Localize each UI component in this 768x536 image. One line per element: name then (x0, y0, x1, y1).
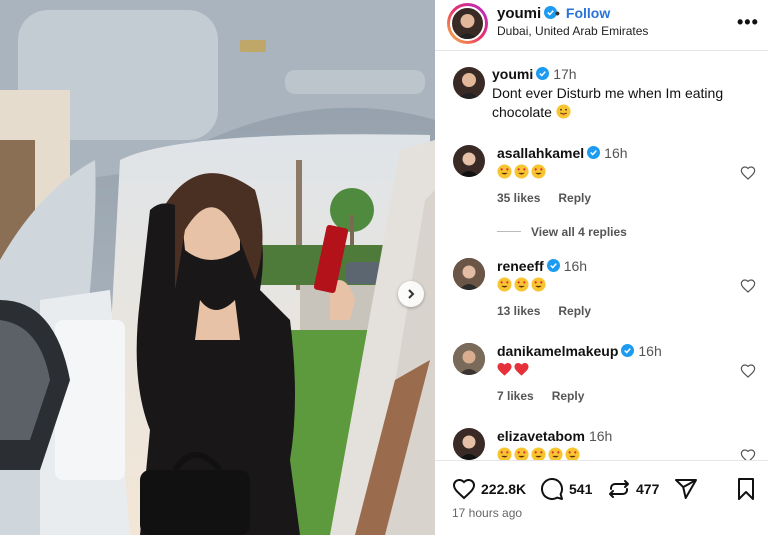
like-comment-heart-icon[interactable] (740, 278, 756, 294)
verified-badge-icon (621, 344, 635, 357)
heart-eyes-emoji-icon (531, 447, 546, 460)
follow-button[interactable]: • Follow (555, 5, 610, 21)
bookmark-icon (738, 478, 754, 500)
reply-button[interactable]: Reply (558, 304, 591, 318)
heart-eyes-emoji-icon (514, 164, 529, 179)
comment-text (497, 277, 548, 295)
caption-time: 17h (553, 66, 577, 82)
heart-eyes-emoji-icon (497, 447, 512, 460)
reply-button[interactable]: Reply (558, 191, 591, 205)
like-comment-heart-icon[interactable] (740, 165, 756, 181)
repost-button[interactable]: 477 (607, 477, 659, 501)
reply-button[interactable]: Reply (552, 389, 585, 403)
comment-time: 16h (604, 145, 628, 161)
post-location[interactable]: Dubai, United Arab Emirates (497, 24, 648, 38)
comment-text (497, 362, 531, 380)
comment-time: 16h (638, 343, 662, 359)
like-button[interactable]: 222.8K (452, 477, 526, 501)
avatar (450, 6, 485, 41)
view-replies-button[interactable]: View all 4 replies (497, 225, 627, 239)
like-comment-heart-icon[interactable] (740, 448, 756, 460)
post-photo (0, 0, 435, 535)
heart-eyes-emoji-icon (514, 277, 529, 292)
comment-time: 16h (588, 428, 613, 444)
comment-avatar[interactable] (453, 428, 485, 460)
repost-count[interactable]: 477 (636, 481, 659, 497)
comment-username[interactable]: asallahkamel (497, 145, 584, 161)
red-heart-emoji-icon (497, 362, 512, 376)
comment-meta: 7 likes Reply (497, 389, 602, 403)
caption-text: Dont ever Disturb me when Im eating choc… (492, 85, 724, 120)
comment-likes[interactable]: 35 likes (497, 191, 540, 205)
tongue-emoji-icon (556, 104, 571, 119)
heart-eyes-emoji-icon (531, 277, 546, 292)
heart-eyes-emoji-icon (565, 447, 580, 460)
comment-avatar[interactable] (453, 258, 485, 290)
save-button[interactable] (735, 477, 757, 501)
comment-username[interactable]: reneeff (497, 258, 544, 274)
paper-plane-icon (675, 479, 697, 499)
verified-badge-icon (587, 146, 601, 159)
comments-list[interactable]: youmi 17h Dont ever Disturb me when Im ea… (435, 51, 768, 460)
chevron-right-icon (408, 289, 415, 299)
comment-avatar[interactable] (453, 145, 485, 177)
more-options-button[interactable]: ••• (737, 12, 759, 33)
verified-badge-icon (546, 259, 560, 272)
comment-likes[interactable]: 7 likes (497, 389, 534, 403)
post-timestamp[interactable]: 17 hours ago (452, 506, 522, 520)
heart-icon (452, 478, 476, 500)
comment-likes[interactable]: 13 likes (497, 304, 540, 318)
share-button[interactable] (674, 477, 698, 501)
comment-meta: 35 likes Reply (497, 191, 609, 205)
post-actions-bar: 222.8K 541 477 17 hours ago (435, 460, 768, 536)
comment-avatar[interactable] (453, 343, 485, 375)
like-count[interactable]: 222.8K (481, 481, 526, 497)
next-photo-button[interactable] (398, 281, 424, 307)
caption-username[interactable]: youmi (492, 66, 533, 82)
caption-avatar[interactable] (453, 67, 485, 99)
verified-badge-icon (536, 67, 550, 80)
comment-meta: 13 likes Reply (497, 304, 609, 318)
heart-eyes-emoji-icon (497, 164, 512, 179)
comment-count[interactable]: 541 (569, 481, 592, 497)
heart-eyes-emoji-icon (514, 447, 529, 460)
red-heart-emoji-icon (514, 362, 529, 376)
comment-bubble-icon (541, 478, 563, 500)
heart-eyes-emoji-icon (548, 447, 563, 460)
post-header: youmi • Follow Dubai, United Arab Emirate… (435, 0, 768, 51)
comment-time: 16h (563, 258, 588, 274)
comment-text (497, 447, 582, 460)
story-ring[interactable] (447, 3, 488, 44)
post-username[interactable]: youmi (497, 5, 558, 22)
post-side-panel: youmi • Follow Dubai, United Arab Emirate… (435, 0, 768, 536)
heart-eyes-emoji-icon (531, 164, 546, 179)
post-image (0, 0, 435, 535)
comment-username[interactable]: danikamelmakeup (497, 343, 618, 359)
comment-text (497, 164, 548, 182)
like-comment-heart-icon[interactable] (740, 363, 756, 379)
dot-separator: • (555, 5, 560, 21)
heart-eyes-emoji-icon (497, 277, 512, 292)
comment-button[interactable]: 541 (540, 477, 592, 501)
comment-username[interactable]: elizavetabom (497, 428, 585, 444)
repost-icon (609, 480, 629, 498)
